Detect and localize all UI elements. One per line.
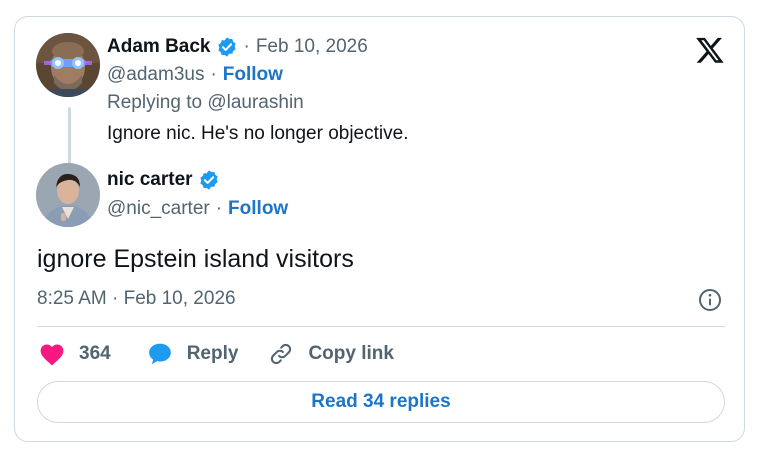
verified-badge-icon: [216, 36, 238, 58]
reply-button[interactable]: Reply: [147, 341, 239, 367]
main-handle-row: @nic_carter · Follow: [107, 198, 288, 220]
verified-badge-icon: [198, 169, 220, 191]
embedded-tweet-card: Adam Back · Feb 10, 2026 @adam3us · Foll…: [14, 16, 745, 442]
x-logo-icon[interactable]: [695, 35, 725, 65]
reply-label: Reply: [186, 343, 239, 364]
divider: [37, 326, 725, 327]
main-handle[interactable]: @nic_carter: [107, 198, 210, 220]
action-bar: 364 Reply Copy link: [39, 339, 394, 369]
quoted-handle[interactable]: @adam3us: [107, 64, 204, 86]
speech-bubble-icon: [148, 343, 171, 365]
main-author-row: nic carter: [107, 169, 220, 191]
main-tweet-text: ignore Epstein island visitors: [37, 245, 354, 273]
handle-separator: ·: [215, 198, 223, 219]
meta-separator: ·: [243, 36, 250, 57]
avatar-glowing-eyes: [36, 33, 100, 97]
like-count: 364: [79, 343, 111, 364]
read-replies-button[interactable]: Read 34 replies: [37, 381, 725, 423]
quoted-tweet-text: Ignore nic. He's no longer objective.: [107, 123, 409, 144]
follow-nic-button[interactable]: Follow: [228, 198, 288, 220]
replying-to-text: Replying to @laurashin: [107, 92, 304, 113]
quoted-author-name[interactable]: Adam Back: [107, 36, 211, 58]
quoted-handle-row: @adam3us · Follow: [107, 64, 283, 86]
tweet-timestamp[interactable]: 8:25 AM · Feb 10, 2026: [37, 288, 236, 310]
handle-separator: ·: [210, 64, 217, 85]
nic-carter-avatar[interactable]: [36, 163, 100, 227]
like-button[interactable]: 364: [39, 342, 111, 366]
quoted-date[interactable]: Feb 10, 2026: [256, 36, 368, 58]
copy-link-button[interactable]: Copy link: [268, 341, 394, 367]
thread-connector-line: [68, 107, 71, 169]
adam-back-avatar[interactable]: [36, 33, 100, 97]
quoted-author-row: Adam Back · Feb 10, 2026: [107, 36, 368, 58]
main-author-name[interactable]: nic carter: [107, 169, 193, 191]
copy-link-label: Copy link: [308, 343, 394, 364]
avatar-photo: [36, 163, 100, 227]
link-icon: [271, 343, 292, 365]
heart-icon: [40, 344, 64, 366]
follow-adam-button[interactable]: Follow: [223, 64, 283, 86]
info-icon[interactable]: [698, 288, 722, 312]
